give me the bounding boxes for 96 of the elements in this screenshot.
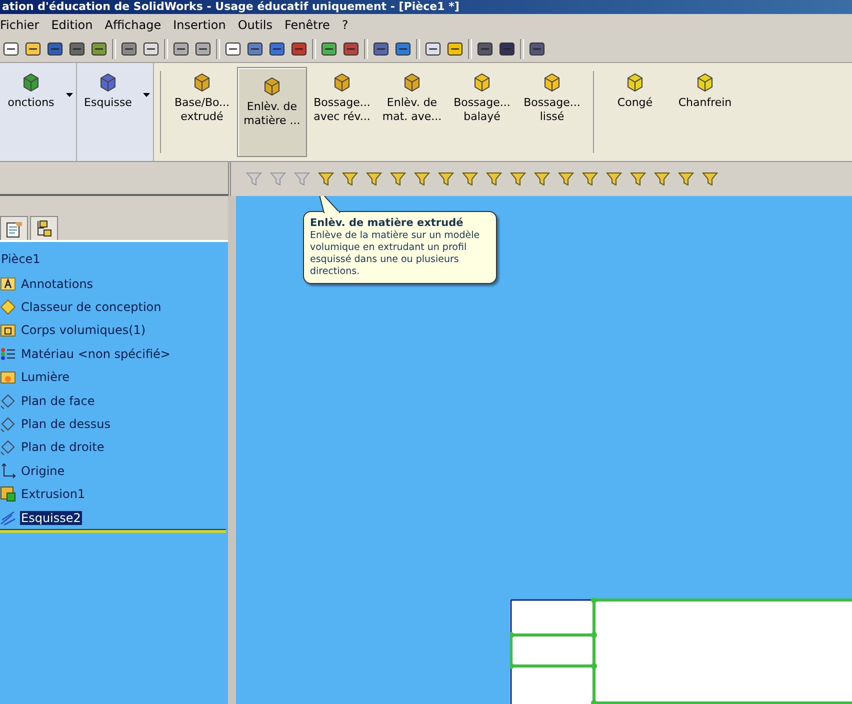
filter-icon[interactable] [653, 170, 671, 188]
tooltip-text: Enlève de la matière sur un modèle volumique en extrudant un profil esquissé dans une ou plusieurs directions. [310, 230, 481, 278]
light-folder-icon [0, 369, 16, 386]
filter-icon[interactable] [509, 170, 527, 188]
command-button[interactable]: Bossage... avec rév... [307, 63, 377, 161]
toolbar-icon[interactable] [446, 40, 464, 58]
toolbar-icon[interactable] [142, 40, 160, 58]
property-tab[interactable] [0, 216, 28, 240]
filter-icon[interactable] [461, 170, 479, 188]
tree-root[interactable]: Pièce1 [0, 248, 228, 272]
tooltip-title: Enlèv. de matière extrudé [310, 217, 464, 229]
toolbar-icon[interactable] [90, 40, 108, 58]
extrude-icon [0, 486, 16, 502]
toolbar-icon[interactable] [342, 40, 360, 58]
toolbar-icon[interactable] [394, 40, 412, 58]
caret-icon[interactable] [142, 93, 150, 97]
feature-icon [542, 72, 562, 92]
filter-icon[interactable] [581, 170, 599, 188]
toolbar-icon[interactable] [268, 40, 286, 58]
tree-item[interactable]: Classeur de conception [20, 300, 162, 314]
annotation-icon [0, 276, 16, 292]
filter-icon[interactable] [341, 170, 359, 188]
filter-icon[interactable] [557, 170, 575, 188]
tree-item[interactable]: Lumière [20, 370, 71, 384]
plane-icon [0, 439, 16, 456]
filter-icon[interactable] [317, 170, 335, 188]
feature-icon [402, 72, 422, 92]
window-title: ation d'éducation de SolidWorks - Usage éducatif uniquement - [Pièce1 *] [0, 0, 852, 14]
tree-item[interactable]: Matériau <non spécifié> [20, 346, 172, 361]
menu-item[interactable]: Affichage [104, 18, 162, 32]
toolbar-icon[interactable] [528, 40, 546, 58]
feature-icon [98, 72, 118, 92]
command-button[interactable]: Base/Bo... extrudé [167, 63, 237, 161]
tree-item[interactable]: Plan de face [20, 394, 96, 408]
toolbar-icon[interactable] [172, 40, 190, 58]
tree-item[interactable]: Corps volumiques(1) [20, 323, 147, 338]
command-button[interactable]: Enlèv. de matière ... [237, 67, 307, 157]
feature-icon [21, 72, 41, 92]
hierarchy-icon [35, 220, 53, 238]
filter-icon[interactable] [365, 170, 383, 188]
feature-icon [192, 72, 212, 92]
tree-item[interactable]: Extrusion1 [20, 487, 86, 502]
menu-item[interactable]: Insertion [173, 18, 226, 32]
feature-icon [695, 72, 715, 92]
toolbar-icon[interactable] [120, 40, 138, 58]
tree-item[interactable]: Plan de dessus [20, 417, 112, 432]
diamond-icon [0, 299, 16, 316]
toolbar-icon[interactable] [476, 40, 494, 58]
filter-icon[interactable] [701, 170, 719, 188]
filter-icon[interactable] [629, 170, 647, 188]
toolbar-icon[interactable] [46, 40, 64, 58]
toolbar-icon[interactable] [246, 40, 264, 58]
filter-icon[interactable] [605, 170, 623, 188]
tree-item[interactable]: Annotations [20, 276, 94, 291]
feature-icon [472, 72, 492, 92]
filter-icon[interactable] [677, 170, 695, 188]
origin-icon [0, 462, 16, 479]
toolbar-icon[interactable] [68, 40, 86, 58]
material-icon [0, 346, 16, 362]
tree-item[interactable]: Plan de droite [20, 440, 106, 454]
folder-icon [0, 322, 16, 338]
sketch-icon [0, 510, 16, 526]
menu-item[interactable]: Fichier [0, 18, 40, 32]
feature-icon [625, 72, 645, 92]
command-button[interactable]: Congé [600, 63, 670, 161]
menu-item[interactable]: ? [342, 18, 348, 32]
plane-icon [0, 392, 16, 409]
feature-icon [262, 76, 282, 96]
feature-icon [332, 72, 352, 92]
toolbar-icon[interactable] [320, 40, 338, 58]
caret-icon[interactable] [66, 93, 72, 97]
toolbar-icon[interactable] [24, 40, 42, 58]
plane-icon [0, 416, 16, 432]
menu-item[interactable]: Edition [51, 18, 93, 32]
toolbar-icon[interactable] [290, 40, 308, 58]
filter-icon[interactable] [413, 170, 431, 188]
toolbar-icon[interactable] [424, 40, 442, 58]
filter-icon[interactable] [389, 170, 407, 188]
toolbar-icon[interactable] [224, 40, 242, 58]
filter-icon[interactable] [485, 170, 503, 188]
menu-item[interactable]: Fenêtre [284, 18, 330, 32]
toolbar-icon[interactable] [498, 40, 516, 58]
filter-icon[interactable] [437, 170, 455, 188]
configuration-tab[interactable] [30, 216, 58, 240]
clipboard-icon [5, 220, 23, 238]
filter-icon[interactable] [533, 170, 551, 188]
command-button[interactable]: Enlèv. de mat. ave... [377, 63, 447, 161]
command-button[interactable]: Chanfrein [670, 63, 740, 161]
toolbar-icon[interactable] [194, 40, 212, 58]
toolbar-icon[interactable] [372, 40, 390, 58]
tree-item[interactable]: Esquisse2 [20, 510, 82, 525]
tree-item[interactable]: Origine [20, 464, 66, 478]
menu-item[interactable]: Outils [238, 18, 273, 32]
command-button[interactable]: Bossage... balayé [447, 63, 517, 161]
toolbar-icon[interactable] [2, 40, 20, 58]
command-button[interactable]: Bossage... lissé [517, 63, 587, 161]
